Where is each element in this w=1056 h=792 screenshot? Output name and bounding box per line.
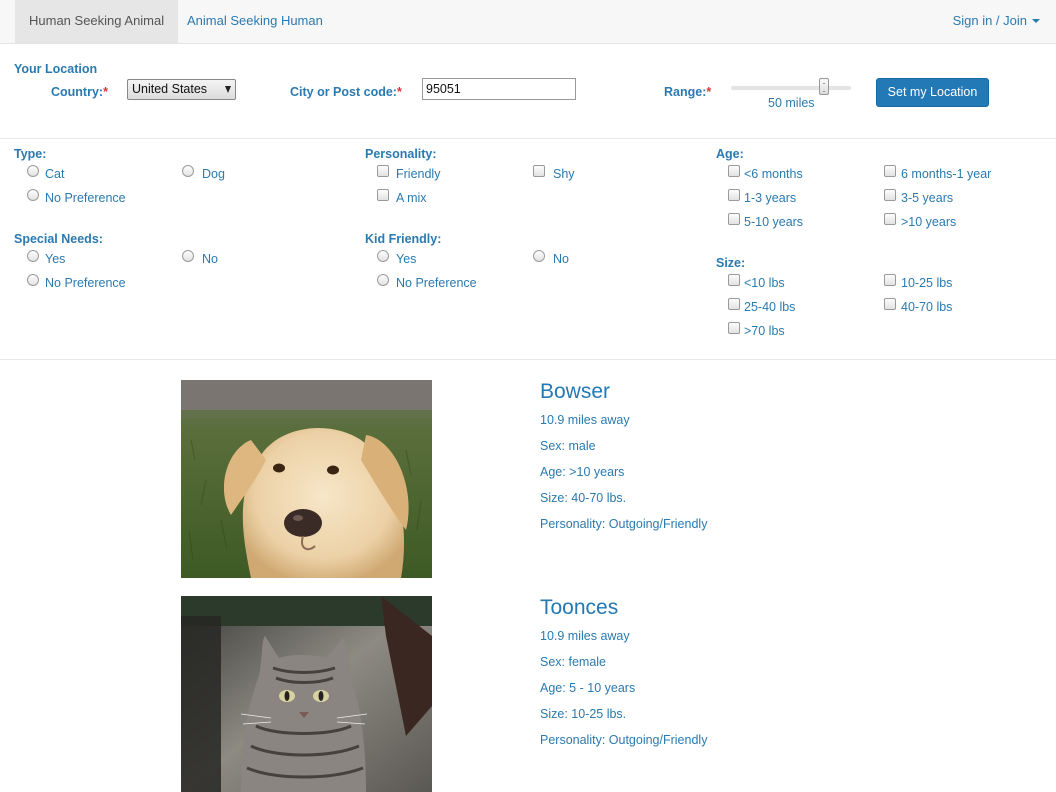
personality-friendly-label: Friendly: [396, 167, 441, 181]
special-needs-no-preference-label: No Preference: [45, 276, 126, 290]
range-value: 50 miles: [768, 96, 815, 110]
kid-friendly-no-radio[interactable]: [533, 250, 545, 262]
pet-personality: Personality: Outgoing/Friendly: [540, 517, 708, 531]
age-1-3-years-checkbox[interactable]: [728, 189, 740, 201]
type-heading: Type:: [14, 147, 47, 161]
pet-name[interactable]: Bowser: [540, 380, 610, 404]
personality-shy-checkbox[interactable]: [533, 165, 545, 177]
size-heading: Size:: [716, 256, 746, 270]
required-mark: *: [396, 85, 402, 99]
age-3-5-years-checkbox[interactable]: [884, 189, 896, 201]
location-heading: Your Location: [14, 62, 98, 76]
kid-friendly-heading: Kid Friendly:: [365, 232, 442, 246]
personality-shy-label: Shy: [553, 167, 575, 181]
pet-distance: 10.9 miles away: [540, 413, 630, 427]
size-25-40-lbs-label: 25-40 lbs: [744, 300, 796, 314]
range-slider-track[interactable]: [731, 86, 851, 90]
age-over-10-years-checkbox[interactable]: [884, 213, 896, 225]
age-over-10-years-label: >10 years: [901, 215, 957, 229]
pet-photo-dog[interactable]: [181, 380, 432, 578]
special-needs-yes-label: Yes: [45, 252, 66, 266]
sign-in-label: Sign in / Join: [952, 13, 1027, 28]
special-needs-yes-radio[interactable]: [27, 250, 39, 262]
top-navbar: Human Seeking Animal Animal Seeking Huma…: [0, 0, 1056, 44]
size-under-10-lbs-label: <10 lbs: [744, 276, 785, 290]
pet-size: Size: 10-25 lbs.: [540, 707, 627, 721]
size-under-10-lbs-checkbox[interactable]: [728, 274, 740, 286]
required-mark: *: [103, 85, 108, 99]
kid-friendly-yes-label: Yes: [396, 252, 417, 266]
kid-friendly-yes-radio[interactable]: [377, 250, 389, 262]
cat-photo-illustration: [181, 596, 432, 792]
age-1-3-years-label: 1-3 years: [744, 191, 797, 205]
type-cat-label: Cat: [45, 167, 65, 181]
range-slider-handle[interactable]: [819, 78, 829, 95]
age-5-10-years-checkbox[interactable]: [728, 213, 740, 225]
caret-down-icon: [1032, 18, 1040, 23]
size-over-70-lbs-checkbox[interactable]: [728, 322, 740, 334]
kid-friendly-no-label: No: [553, 252, 569, 266]
special-needs-heading: Special Needs:: [14, 232, 103, 246]
pet-sex: Sex: female: [540, 655, 607, 669]
country-select[interactable]: United States: [127, 79, 236, 100]
tab-human-seeking-animal[interactable]: Human Seeking Animal: [15, 0, 179, 43]
personality-mix-checkbox[interactable]: [377, 189, 389, 201]
personality-friendly-checkbox[interactable]: [377, 165, 389, 177]
size-25-40-lbs-checkbox[interactable]: [728, 298, 740, 310]
type-no-preference-radio[interactable]: [27, 189, 39, 201]
pet-size: Size: 40-70 lbs.: [540, 491, 627, 505]
dog-photo-illustration: [181, 380, 432, 578]
age-6-months-1-year-label: 6 months-1 year: [901, 167, 992, 181]
set-location-button[interactable]: Set my Location: [876, 78, 989, 107]
pet-age: Age: 5 - 10 years: [540, 681, 636, 695]
age-heading: Age:: [716, 147, 744, 161]
kid-friendly-no-preference-label: No Preference: [396, 276, 477, 290]
personality-mix-label: A mix: [396, 191, 427, 205]
country-label: Country:*: [51, 85, 108, 99]
city-label: City or Post code:*: [290, 85, 402, 99]
size-10-25-lbs-label: 10-25 lbs: [901, 276, 953, 290]
pet-photo-cat[interactable]: [181, 596, 432, 792]
range-label-text: Range:: [664, 85, 707, 99]
required-mark: *: [706, 85, 712, 99]
pet-sex: Sex: male: [540, 439, 596, 453]
pet-name[interactable]: Toonces: [540, 596, 618, 620]
tab-animal-seeking-human[interactable]: Animal Seeking Human: [173, 0, 337, 43]
type-cat-radio[interactable]: [27, 165, 39, 177]
personality-heading: Personality:: [365, 147, 437, 161]
filters-section: Type: Cat Dog No Preference Special Need…: [0, 139, 1056, 360]
age-under-6-months-checkbox[interactable]: [728, 165, 740, 177]
city-label-text: City or Post code:: [290, 85, 397, 99]
special-needs-no-preference-radio[interactable]: [27, 274, 39, 286]
special-needs-no-label: No: [202, 252, 218, 266]
pet-personality: Personality: Outgoing/Friendly: [540, 733, 708, 747]
pet-distance: 10.9 miles away: [540, 629, 630, 643]
range-label: Range:*: [664, 85, 711, 99]
type-dog-radio[interactable]: [182, 165, 194, 177]
size-40-70-lbs-label: 40-70 lbs: [901, 300, 953, 314]
age-5-10-years-label: 5-10 years: [744, 215, 804, 229]
special-needs-no-radio[interactable]: [182, 250, 194, 262]
pet-age: Age: >10 years: [540, 465, 625, 479]
country-select-value: United States: [132, 82, 208, 96]
dropdown-arrow-icon: [225, 86, 231, 93]
location-section: Your Location Country:* United States Ci…: [0, 44, 1056, 139]
kid-friendly-no-preference-radio[interactable]: [377, 274, 389, 286]
size-over-70-lbs-label: >70 lbs: [744, 324, 785, 338]
sign-in-join-dropdown[interactable]: Sign in / Join: [953, 0, 1040, 43]
city-postcode-input[interactable]: 95051: [422, 78, 576, 100]
size-40-70-lbs-checkbox[interactable]: [884, 298, 896, 310]
age-under-6-months-label: <6 months: [744, 167, 803, 181]
country-label-text: Country:: [51, 85, 104, 99]
type-no-preference-label: No Preference: [45, 191, 126, 205]
type-dog-label: Dog: [202, 167, 225, 181]
age-3-5-years-label: 3-5 years: [901, 191, 954, 205]
size-10-25-lbs-checkbox[interactable]: [884, 274, 896, 286]
age-6-months-1-year-checkbox[interactable]: [884, 165, 896, 177]
